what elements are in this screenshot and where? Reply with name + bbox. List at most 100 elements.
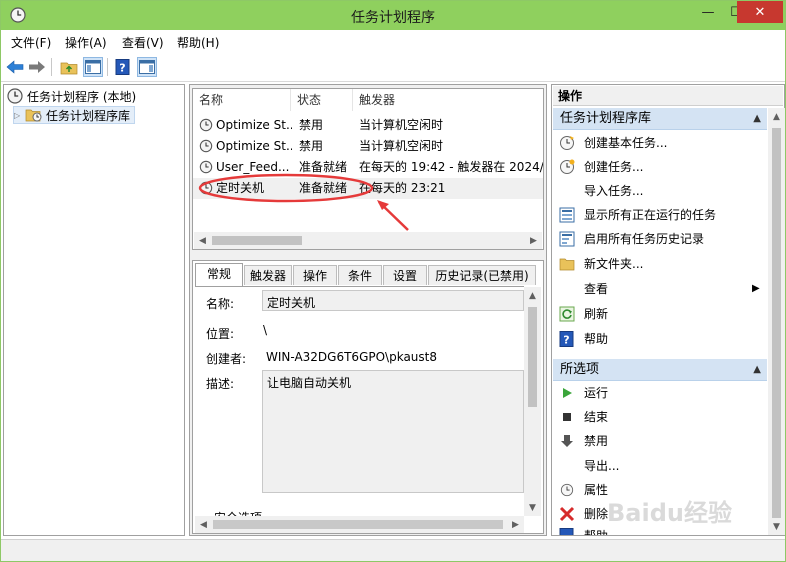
tab-triggers[interactable]: 触发器 — [244, 265, 292, 285]
task-details-panel: 常规 触发器 操作 条件 设置 历史记录(已禁用) 名称: 定时关机 位置: \… — [192, 260, 544, 534]
stop-icon — [559, 409, 575, 425]
action-end[interactable]: 结束 — [553, 406, 767, 428]
scroll-left-arrow-icon[interactable]: ◀ — [195, 516, 212, 533]
folder-icon — [559, 256, 575, 272]
action-run[interactable]: 运行 — [553, 382, 767, 404]
folder-clock-icon — [25, 109, 42, 122]
section-library-title: 任务计划程序库 — [560, 111, 652, 126]
toolbar-separator — [51, 58, 52, 76]
close-button[interactable]: ✕ — [737, 1, 783, 23]
actions-title: 操作 — [553, 86, 783, 106]
menu-file[interactable]: 文件(F) — [11, 34, 51, 51]
window-title: 任务计划程序 — [351, 10, 435, 26]
show-hide-action-pane-button[interactable] — [137, 57, 157, 77]
action-label: 导出... — [584, 459, 620, 473]
description-field[interactable]: 让电脑自动关机 — [262, 370, 524, 493]
tree-root-label: 任务计划程序 (本地) — [27, 89, 137, 104]
section-selected-header[interactable]: 所选项 ▲ — [553, 359, 767, 381]
action-create-basic-task[interactable]: 创建基本任务... — [553, 132, 767, 154]
task-list-hscrollbar[interactable]: ◀ ▶ — [194, 232, 542, 249]
action-label: 禁用 — [584, 434, 609, 448]
tab-general[interactable]: 常规 — [195, 263, 243, 286]
menu-bar: 文件(F) 操作(A) 查看(V) 帮助(H) — [1, 30, 785, 52]
center-pane: 名称 状态 触发器 Optimize St... 禁用 当计算机空闲时 Opti… — [189, 84, 547, 536]
details-vscrollbar[interactable]: ▲ ▼ — [524, 287, 541, 516]
collapse-icon[interactable]: ▲ — [753, 359, 761, 381]
tree-expand-icon[interactable]: ▷ — [14, 111, 25, 120]
scroll-right-arrow-icon[interactable]: ▶ — [525, 232, 542, 249]
action-label: 新文件夹... — [584, 257, 644, 271]
show-hide-tree-button[interactable] — [83, 57, 103, 77]
location-label: 位置: — [206, 327, 235, 341]
scroll-thumb[interactable] — [772, 128, 781, 518]
author-label: 创建者: — [206, 352, 247, 366]
tree-item-library[interactable]: ▷ 任务计划程序库 — [13, 106, 136, 124]
forward-button[interactable] — [27, 57, 47, 77]
collapse-icon[interactable]: ▲ — [753, 108, 761, 130]
toolbar-separator — [107, 58, 108, 76]
action-show-running-tasks[interactable]: 显示所有正在运行的任务 — [553, 204, 767, 226]
action-new-folder[interactable]: 新文件夹... — [553, 253, 767, 275]
back-button[interactable] — [5, 57, 25, 77]
action-label: 运行 — [584, 386, 609, 400]
location-value: \ — [263, 323, 268, 337]
scroll-down-arrow-icon[interactable]: ▼ — [524, 499, 541, 516]
scroll-thumb[interactable] — [213, 520, 503, 529]
status-bar — [1, 539, 785, 561]
create-basic-task-icon — [559, 135, 575, 151]
menu-action[interactable]: 操作(A) — [65, 34, 107, 51]
action-import-task[interactable]: 导入任务... — [553, 180, 767, 202]
scroll-up-arrow-icon[interactable]: ▲ — [524, 287, 541, 304]
tab-conditions[interactable]: 条件 — [338, 265, 382, 285]
task-list: 名称 状态 触发器 Optimize St... 禁用 当计算机空闲时 Opti… — [192, 88, 544, 250]
tab-settings[interactable]: 设置 — [383, 265, 427, 285]
action-disable[interactable]: 禁用 — [553, 430, 767, 452]
action-label: 显示所有正在运行的任务 — [584, 208, 717, 222]
highlight-ellipse — [198, 173, 374, 203]
show-hide-action-pane-icon — [139, 60, 155, 74]
action-refresh[interactable]: 刷新 — [553, 303, 767, 325]
toolbar: ? — [1, 52, 785, 82]
clock-icon — [7, 88, 23, 104]
action-label: 刷新 — [584, 307, 609, 321]
scroll-left-arrow-icon[interactable]: ◀ — [194, 232, 211, 249]
action-create-task[interactable]: 创建任务... — [553, 156, 767, 178]
history-icon — [559, 231, 575, 247]
action-label: 帮助 — [584, 332, 609, 346]
svg-text:?: ? — [119, 62, 125, 75]
action-label: 删除 — [584, 507, 609, 521]
tab-history[interactable]: 历史记录(已禁用) — [428, 265, 536, 285]
action-label: 启用所有任务历史记录 — [584, 232, 705, 246]
scroll-thumb[interactable] — [212, 236, 302, 245]
create-task-icon — [559, 159, 575, 175]
section-library-header[interactable]: 任务计划程序库 ▲ — [553, 108, 767, 130]
help-icon: ? — [115, 59, 130, 75]
menu-view[interactable]: 查看(V) — [122, 34, 164, 51]
help-toolbar-button[interactable]: ? — [113, 57, 133, 77]
tab-actions[interactable]: 操作 — [293, 265, 337, 285]
up-folder-icon — [60, 62, 78, 75]
action-view[interactable]: 查看 ▶ — [553, 278, 767, 300]
name-field[interactable]: 定时关机 — [262, 290, 524, 311]
up-folder-button[interactable] — [59, 57, 79, 77]
show-hide-tree-icon — [85, 60, 101, 74]
details-tabs: 常规 触发器 操作 条件 设置 历史记录(已禁用) — [195, 263, 540, 286]
actions-vscrollbar[interactable]: ▲ ▼ — [768, 108, 785, 535]
menu-help[interactable]: 帮助(H) — [177, 34, 219, 51]
baidu-watermark: Baidu经验 — [607, 499, 732, 527]
action-label: 帮助 — [584, 525, 608, 535]
action-enable-history[interactable]: 启用所有任务历史记录 — [553, 228, 767, 250]
refresh-icon — [559, 306, 575, 322]
details-hscrollbar[interactable]: ◀ ▶ — [195, 516, 524, 533]
minimize-icon: — — [701, 4, 715, 20]
scroll-up-arrow-icon[interactable]: ▲ — [768, 108, 785, 125]
scroll-down-arrow-icon[interactable]: ▼ — [768, 518, 785, 535]
action-export[interactable]: 导出... — [553, 455, 767, 477]
action-help[interactable]: ? 帮助 — [553, 328, 767, 350]
running-tasks-icon — [559, 207, 575, 223]
tree-root-local[interactable]: 任务计划程序 (本地) — [7, 87, 136, 105]
scroll-thumb[interactable] — [528, 307, 537, 407]
svg-text:?: ? — [563, 334, 569, 347]
scroll-right-arrow-icon[interactable]: ▶ — [507, 516, 524, 533]
navigation-tree: 任务计划程序 (本地) ▷ 任务计划程序库 — [3, 84, 185, 536]
